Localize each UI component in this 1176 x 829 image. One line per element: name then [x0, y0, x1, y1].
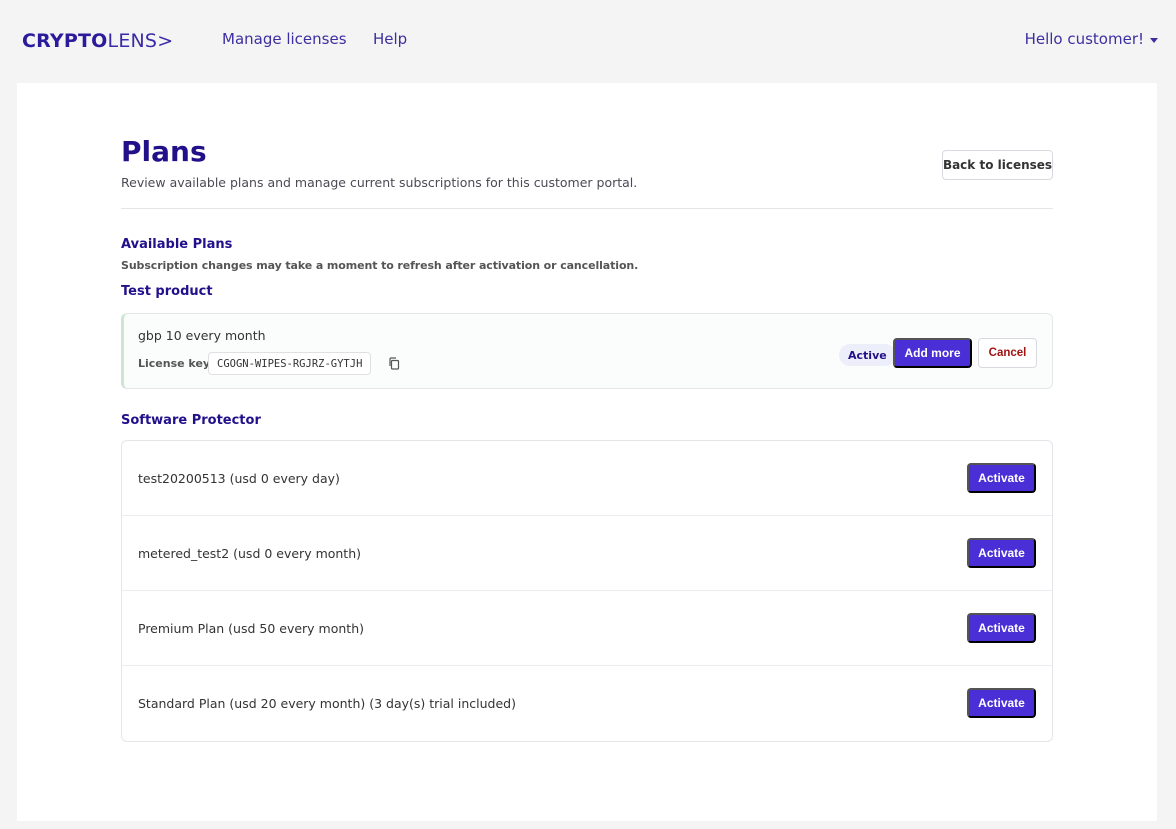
header-divider: [121, 208, 1053, 209]
plans-list: test20200513 (usd 0 every day) Activate …: [121, 440, 1053, 742]
active-subscription-panel: gbp 10 every month License key CGOGN-WIP…: [121, 313, 1053, 389]
product-heading-software-protector: Software Protector: [121, 413, 261, 428]
license-key-label: License key: [138, 357, 211, 370]
add-more-button[interactable]: Add more: [893, 338, 972, 368]
back-to-licenses-button[interactable]: Back to licenses: [942, 150, 1053, 180]
logo-bold-text: CRYPTO: [22, 30, 108, 52]
activate-button[interactable]: Activate: [967, 613, 1036, 643]
available-plans-note: Subscription changes may take a moment t…: [121, 259, 639, 272]
page-subtitle: Review available plans and manage curren…: [121, 175, 638, 190]
license-key-value[interactable]: CGOGN-WIPES-RGJRZ-GYTJH: [208, 352, 372, 375]
product-heading-test-product: Test product: [121, 284, 213, 299]
plan-row: Standard Plan (usd 20 every month) (3 da…: [122, 666, 1052, 741]
caret-down-icon: [1150, 37, 1158, 43]
nav-manage-licenses[interactable]: Manage licenses: [222, 30, 347, 48]
cancel-subscription-button[interactable]: Cancel: [978, 338, 1037, 368]
activate-button[interactable]: Activate: [967, 688, 1036, 718]
plan-description: Standard Plan (usd 20 every month) (3 da…: [138, 696, 516, 711]
plan-description: Premium Plan (usd 50 every month): [138, 621, 364, 636]
page-title: Plans: [121, 135, 207, 168]
nav-help[interactable]: Help: [373, 30, 407, 48]
top-navbar: CRYPTOLENS> Manage licenses Help Hello c…: [0, 0, 1176, 80]
activate-button[interactable]: Activate: [967, 463, 1036, 493]
plan-row: test20200513 (usd 0 every day) Activate: [122, 441, 1052, 516]
available-plans-heading: Available Plans: [121, 237, 233, 252]
active-plan-description: gbp 10 every month: [138, 328, 266, 343]
plan-description: test20200513 (usd 0 every day): [138, 471, 340, 486]
activate-button[interactable]: Activate: [967, 538, 1036, 568]
user-menu[interactable]: Hello customer!: [1025, 30, 1158, 48]
copy-icon[interactable]: [388, 357, 400, 370]
plan-row: metered_test2 (usd 0 every month) Activa…: [122, 516, 1052, 591]
logo-light-text: LENS>: [107, 30, 174, 52]
plan-row: Premium Plan (usd 50 every month) Activa…: [122, 591, 1052, 666]
main-card: Plans Review available plans and manage …: [17, 83, 1157, 821]
status-badge: Active: [839, 344, 896, 366]
user-greeting: Hello customer!: [1024, 30, 1144, 48]
cryptolens-logo[interactable]: CRYPTOLENS>: [22, 30, 173, 52]
plan-description: metered_test2 (usd 0 every month): [138, 546, 362, 561]
